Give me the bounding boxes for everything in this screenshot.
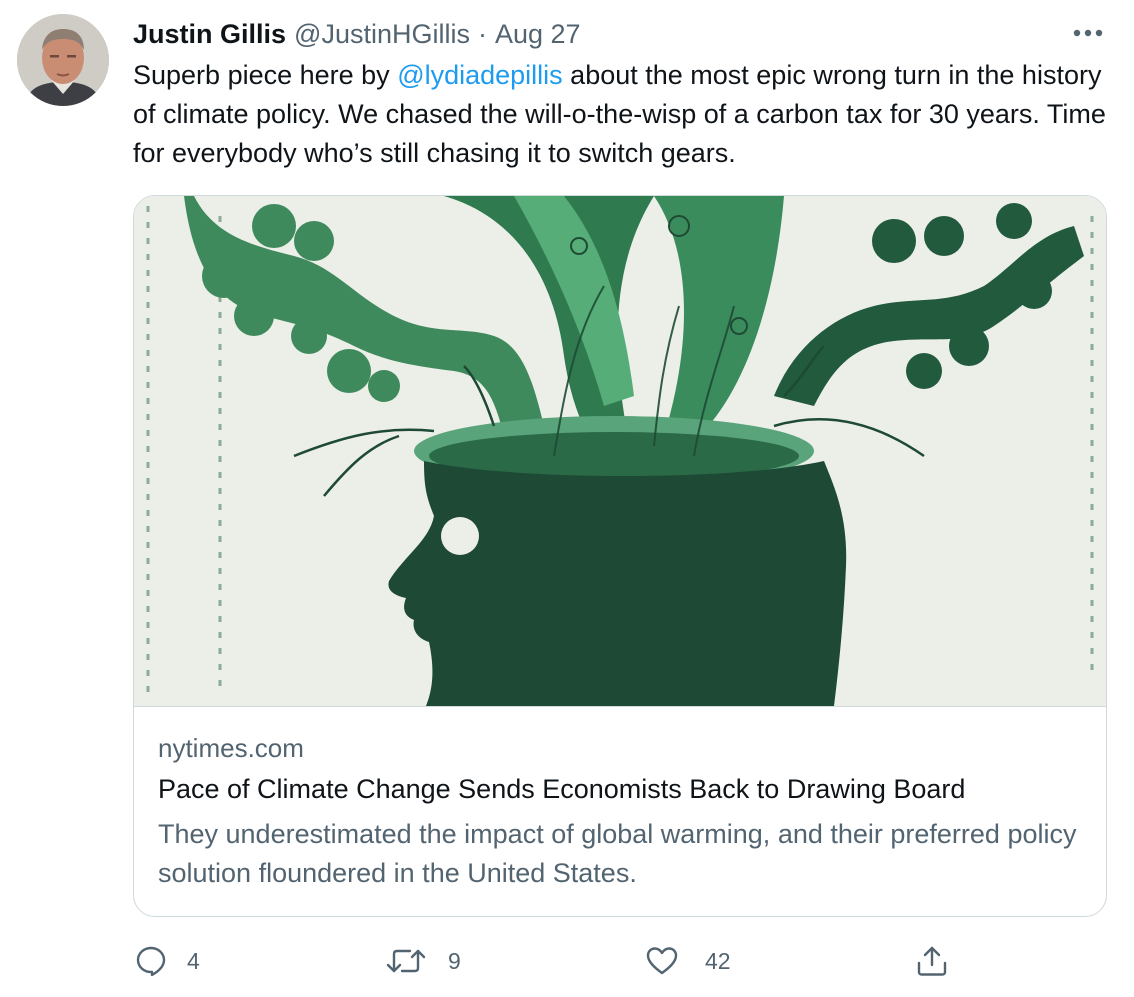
tweet-text: Superb piece here by @lydiadepillis abou… xyxy=(133,56,1108,173)
author-handle[interactable]: @JustinHGillis xyxy=(294,19,470,50)
card-illustration xyxy=(134,196,1106,706)
header-separator: · xyxy=(477,18,487,49)
share-icon xyxy=(917,946,947,976)
reply-button[interactable]: 4 xyxy=(135,940,200,982)
more-button[interactable] xyxy=(1068,18,1108,48)
card-domain: nytimes.com xyxy=(158,733,304,763)
retweet-button[interactable]: 9 xyxy=(386,940,461,982)
link-card[interactable]: nytimes.com Pace of Climate Change Sends… xyxy=(133,195,1107,917)
avatar-photo xyxy=(17,14,109,106)
card-description: They underestimated the impact of global… xyxy=(158,819,1077,888)
like-count: 42 xyxy=(705,947,731,974)
like-button[interactable]: 42 xyxy=(645,940,731,982)
heart-icon xyxy=(646,947,678,975)
retweet-count: 9 xyxy=(448,947,461,974)
retweet-icon xyxy=(386,949,426,973)
card-image[interactable] xyxy=(134,196,1106,707)
tweet-text-start: Superb piece here by xyxy=(133,60,398,90)
reply-icon xyxy=(136,946,166,977)
more-horizontal-icon xyxy=(1073,29,1103,37)
author-name[interactable]: Justin Gillis xyxy=(133,19,286,50)
mention-link[interactable]: @lydiadepillis xyxy=(397,60,562,90)
card-title: Pace of Climate Change Sends Economists … xyxy=(158,774,966,804)
tweet-header: Justin Gillis @JustinHGillis · Aug 27 xyxy=(133,16,581,52)
share-button[interactable] xyxy=(915,940,949,982)
tweet-actions: 4 9 42 xyxy=(0,940,1134,982)
avatar[interactable] xyxy=(17,14,109,106)
tweet-date[interactable]: Aug 27 xyxy=(495,19,581,50)
reply-count: 4 xyxy=(187,947,200,974)
